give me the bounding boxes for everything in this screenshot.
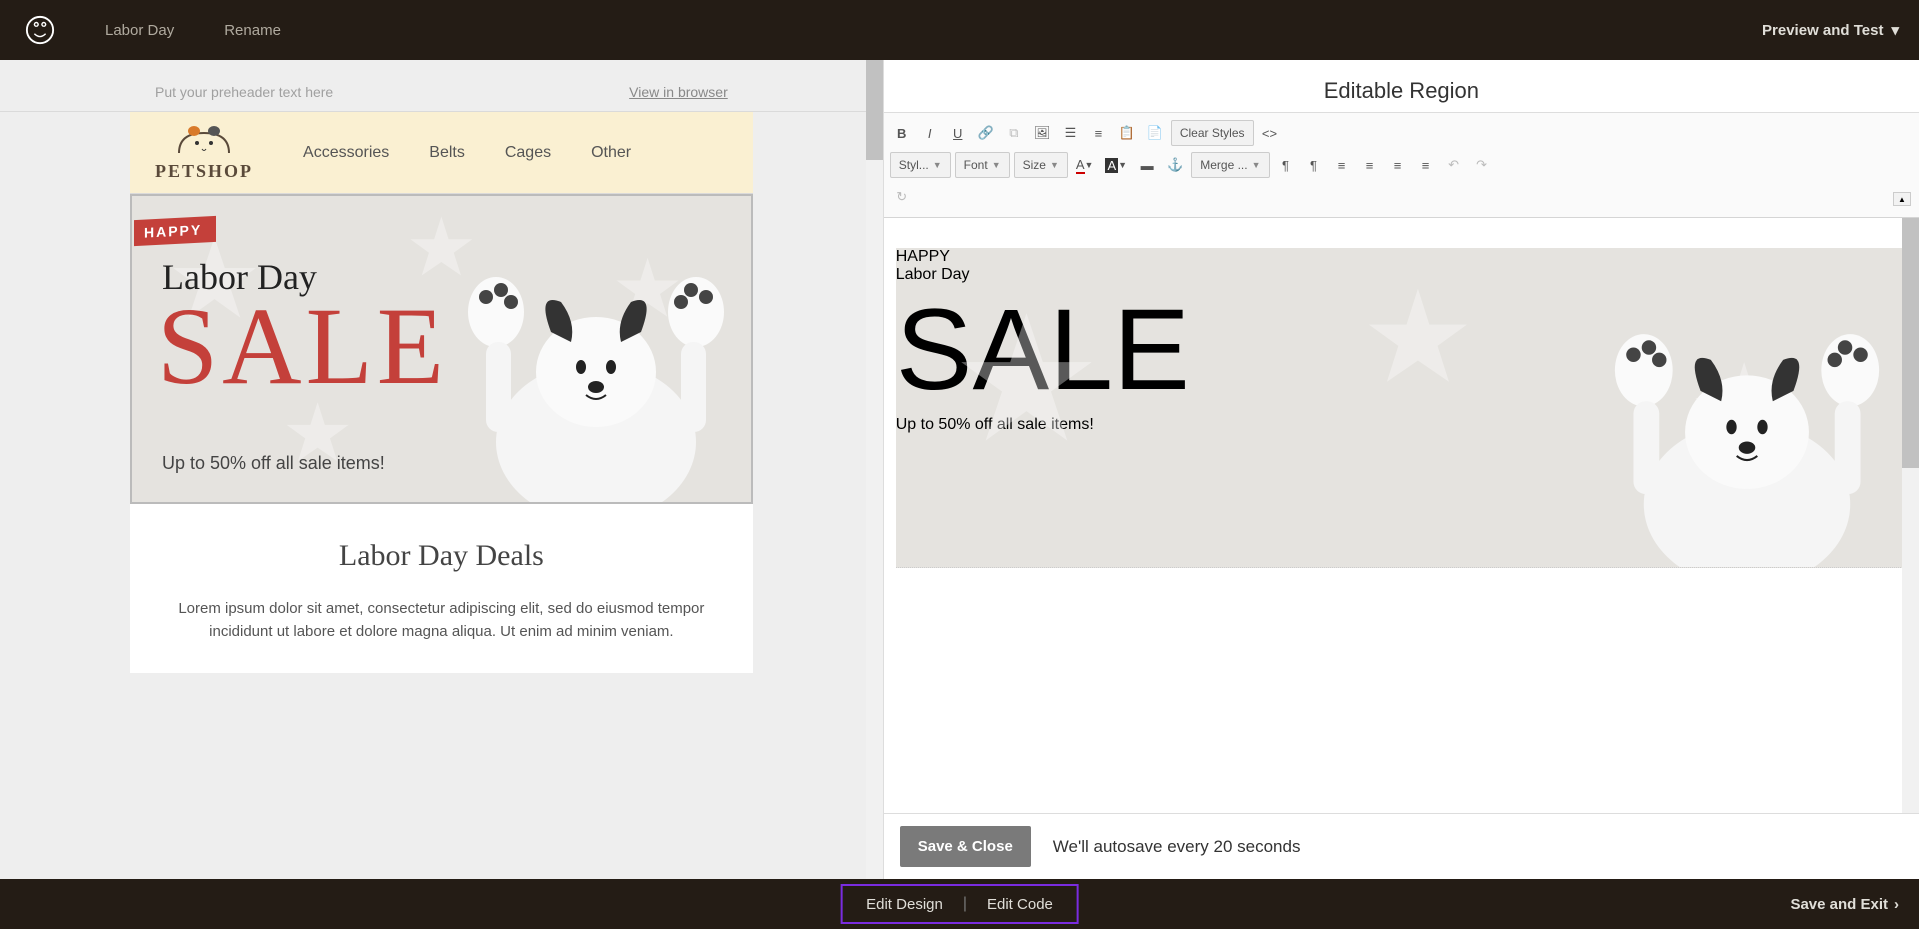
clear-styles-button[interactable]: Clear Styles (1171, 120, 1254, 146)
rename-link[interactable]: Rename (224, 22, 281, 39)
hero-sale-text: SALE (157, 291, 448, 401)
email-header[interactable]: PETSHOP Accessories Belts Cages Other (130, 112, 753, 194)
nav-item[interactable]: Cages (505, 144, 551, 162)
view-in-browser-link[interactable]: View in browser (629, 84, 728, 100)
size-dropdown[interactable]: Size▼ (1014, 152, 1068, 178)
save-and-exit-button[interactable]: Save and Exit › (1790, 896, 1899, 913)
editor-scrollbar-thumb[interactable] (1902, 218, 1919, 468)
top-bar: Labor Day Rename Preview and Test ▾ (0, 0, 1919, 60)
bullet-list-button[interactable]: ≡ (1086, 121, 1110, 145)
text-color-button[interactable]: A ▼ (1072, 153, 1098, 177)
email-nav: Accessories Belts Cages Other (303, 144, 631, 162)
pilcrow-right-button[interactable]: ¶ (1302, 153, 1326, 177)
hero-block[interactable]: HAPPY Labor Day SALE Up to 50% off all s… (130, 194, 753, 504)
separator: | (963, 895, 967, 913)
image-button[interactable]: 🖼 (1030, 121, 1055, 145)
pet-icon (159, 123, 249, 159)
email-preview-canvas: Put your preheader text here View in bro… (0, 60, 883, 879)
ribbon-badge: HAPPY (134, 216, 216, 246)
underline-button[interactable]: U (946, 121, 970, 145)
campaign-name[interactable]: Labor Day (105, 22, 174, 39)
nav-item[interactable]: Accessories (303, 144, 389, 162)
edit-code-link[interactable]: Edit Code (987, 896, 1053, 913)
link-button[interactable]: 🔗 (974, 121, 998, 145)
numbered-list-button[interactable]: ☰ (1058, 121, 1082, 145)
bold-button[interactable]: B (890, 121, 914, 145)
dog-image (441, 232, 751, 502)
hr-button[interactable]: ▬ (1135, 153, 1159, 177)
redo2-button[interactable]: ↻ (890, 185, 914, 209)
mailchimp-logo[interactable] (20, 10, 60, 50)
preheader-placeholder[interactable]: Put your preheader text here (155, 84, 333, 100)
align-center-button[interactable]: ≡ (1358, 153, 1382, 177)
editor-footer: Save & Close We'll autosave every 20 sec… (884, 813, 1919, 879)
nav-item[interactable]: Other (591, 144, 631, 162)
bg-color-button[interactable]: A ▼ (1101, 153, 1131, 177)
styles-dropdown[interactable]: Styl...▼ (890, 152, 951, 178)
section-body-text[interactable]: Lorem ipsum dolor sit amet, consectetur … (130, 598, 753, 673)
hero-subtext: Up to 50% off all sale items! (162, 453, 385, 474)
section-title[interactable]: Labor Day Deals (130, 504, 753, 598)
pilcrow-left-button[interactable]: ¶ (1274, 153, 1298, 177)
unlink-button: ⧉ (1002, 121, 1026, 145)
merge-tags-dropdown[interactable]: Merge ...▼ (1191, 152, 1269, 178)
brand-logo: PETSHOP (155, 123, 253, 182)
anchor-button[interactable]: ⚓ (1163, 153, 1187, 177)
paste-button[interactable]: 📋 (1114, 121, 1138, 145)
chevron-right-icon: › (1894, 896, 1899, 913)
align-left-button[interactable]: ≡ (1330, 153, 1354, 177)
align-right-button[interactable]: ≡ (1386, 153, 1410, 177)
scrollbar-track (866, 60, 883, 879)
nav-item[interactable]: Belts (429, 144, 465, 162)
autosave-hint: We'll autosave every 20 seconds (1053, 837, 1301, 857)
scrollbar-thumb[interactable] (866, 60, 883, 160)
edit-design-link[interactable]: Edit Design (866, 896, 943, 913)
editor-hero-block[interactable]: HAPPY Labor Day SALE Up to 50% off all s… (896, 248, 1907, 568)
editor-scrollbar-track (1902, 218, 1919, 813)
preview-and-test-dropdown[interactable]: Preview and Test ▾ (1762, 21, 1899, 39)
editor-content-area[interactable]: HAPPY Labor Day SALE Up to 50% off all s… (884, 218, 1919, 813)
undo-button[interactable]: ↶ (1442, 153, 1466, 177)
chevron-down-icon: ▾ (1891, 21, 1899, 39)
editor-title: Editable Region (884, 60, 1919, 112)
preheader-row: Put your preheader text here View in bro… (0, 72, 883, 112)
bottom-center-highlight: Edit Design | Edit Code (840, 884, 1079, 924)
collapse-toolbar-button[interactable]: ▲ (1893, 192, 1911, 206)
editor-dog-image (1587, 287, 1907, 567)
bottom-bar: Edit Design | Edit Code Save and Exit › (0, 879, 1919, 929)
font-dropdown[interactable]: Font▼ (955, 152, 1010, 178)
redo-button[interactable]: ↷ (1470, 153, 1494, 177)
brand-name: PETSHOP (155, 161, 253, 182)
paste-text-button[interactable]: 📄 (1143, 121, 1167, 145)
save-and-close-button[interactable]: Save & Close (900, 826, 1031, 867)
source-code-button[interactable]: <> (1258, 121, 1282, 145)
wysiwyg-toolbar: B I U 🔗 ⧉ 🖼 ☰ ≡ 📋 📄 Clear Styles <> Styl… (884, 112, 1919, 218)
italic-button[interactable]: I (918, 121, 942, 145)
align-justify-button[interactable]: ≡ (1414, 153, 1438, 177)
editor-panel: Editable Region B I U 🔗 ⧉ 🖼 ☰ ≡ 📋 📄 Clea… (883, 60, 1919, 879)
